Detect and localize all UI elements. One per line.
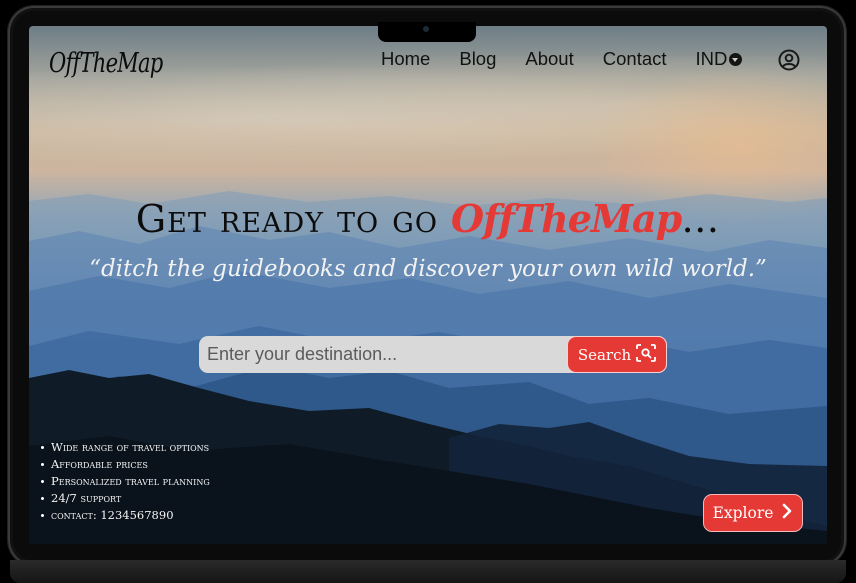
chevron-right-icon — [781, 503, 793, 523]
caret-down-circle-icon — [729, 52, 743, 66]
nav-link-blog[interactable]: Blog — [459, 48, 496, 70]
currency-label: IND — [695, 48, 728, 69]
search-button-label: Search — [577, 345, 632, 364]
user-circle-icon[interactable] — [778, 49, 800, 76]
scan-search-icon — [636, 343, 657, 366]
nav-link-home[interactable]: Home — [381, 48, 430, 70]
main-nav: Home Blog About Contact IND — [381, 48, 743, 70]
feature-item: Personalized travel planning — [41, 474, 210, 488]
feature-item: Wide range of travel options — [41, 440, 210, 454]
nav-link-about[interactable]: About — [525, 48, 573, 70]
hero-tagline: “ditch the guidebooks and discover your … — [89, 256, 767, 282]
laptop-base — [10, 560, 846, 583]
nav-link-contact[interactable]: Contact — [603, 48, 667, 70]
contact-item: contact: 1234567890 — [41, 507, 210, 524]
search-bar: Search — [199, 335, 667, 374]
screen: OffTheMap Home Blog About Contact IND Ge… — [29, 26, 827, 544]
camera-icon — [423, 26, 429, 32]
explore-button-label: Explore — [712, 504, 774, 522]
search-button[interactable]: Search — [567, 336, 667, 373]
currency-selector[interactable]: IND — [696, 48, 743, 70]
site-logo[interactable]: OffTheMap — [49, 48, 163, 79]
hero-title-prefix: Get ready to go — [135, 197, 452, 241]
camera-notch — [378, 22, 476, 42]
feature-item: 24/7 support — [41, 490, 210, 507]
feature-list: Wide range of travel options Affordable … — [39, 439, 210, 524]
hero-title: Get ready to go OffTheMap… — [29, 196, 827, 241]
hero-title-brand: OffTheMap — [451, 196, 682, 241]
explore-button[interactable]: Explore — [703, 494, 803, 532]
hero-title-suffix: … — [681, 197, 721, 241]
feature-item: Affordable prices — [41, 456, 210, 473]
